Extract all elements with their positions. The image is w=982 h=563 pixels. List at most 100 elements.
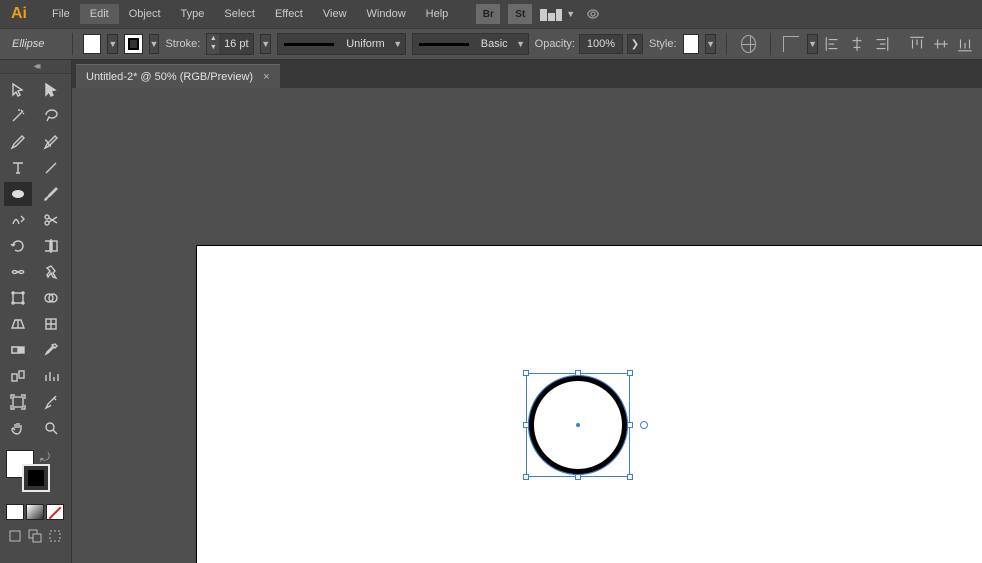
document-tab[interactable]: Untitled-2* @ 50% (RGB/Preview) × <box>76 64 280 88</box>
stroke-color-swatch[interactable] <box>22 464 50 492</box>
app-logo: Ai <box>6 3 32 25</box>
perspective-grid-tool[interactable] <box>4 312 32 336</box>
menu-help[interactable]: Help <box>416 4 459 24</box>
tools-panel: ◂◂ <box>0 60 72 563</box>
gradient-tool[interactable] <box>4 338 32 362</box>
control-bar: Ellipse ▼ ▼ Stroke: ▲▼ ▼ Uniform ▼ Basic… <box>0 28 982 60</box>
pie-widget[interactable] <box>640 421 648 429</box>
gradient-mode-icon[interactable] <box>26 504 44 520</box>
shape-builder-tool[interactable] <box>37 286 65 310</box>
handle-top-left[interactable] <box>523 370 529 376</box>
align-right-icon[interactable] <box>872 35 890 53</box>
rotate-tool[interactable] <box>4 234 32 258</box>
direct-selection-tool[interactable] <box>37 78 65 102</box>
slice-tool[interactable] <box>37 390 65 414</box>
menu-type[interactable]: Type <box>171 4 215 24</box>
selected-ellipse[interactable] <box>526 373 630 477</box>
menu-view[interactable]: View <box>313 4 357 24</box>
column-graph-tool[interactable] <box>37 364 65 388</box>
draw-normal-icon[interactable] <box>6 528 24 544</box>
menu-select[interactable]: Select <box>214 4 265 24</box>
pen-tool[interactable] <box>4 130 32 154</box>
stroke-swatch[interactable] <box>124 34 142 54</box>
align-hcenter-icon[interactable] <box>848 35 866 53</box>
scissors-tool[interactable] <box>37 208 65 232</box>
draw-behind-icon[interactable] <box>26 528 44 544</box>
align-group <box>824 35 982 53</box>
gpu-preview-icon[interactable] <box>585 6 601 22</box>
mesh-tool[interactable] <box>37 312 65 336</box>
handle-bottom-right[interactable] <box>627 474 633 480</box>
brush-definition[interactable]: Basic ▼ <box>412 33 529 55</box>
handle-right[interactable] <box>627 422 633 428</box>
variable-width-profile[interactable]: Uniform ▼ <box>277 33 406 55</box>
bridge-button[interactable]: Br <box>476 4 500 24</box>
selection-tool[interactable] <box>4 78 32 102</box>
handle-bottom-left[interactable] <box>523 474 529 480</box>
stock-button[interactable]: St <box>508 4 532 24</box>
hand-tool[interactable] <box>4 416 32 440</box>
arrange-documents-icon[interactable] <box>540 7 562 21</box>
collapse-tools[interactable]: ◂◂ <box>0 60 71 74</box>
document-tab-bar: Untitled-2* @ 50% (RGB/Preview) × <box>72 60 982 88</box>
stroke-weight-field[interactable] <box>219 34 253 54</box>
arrange-dropdown[interactable]: ▼ <box>566 9 575 19</box>
opacity-dropdown[interactable]: ❯ <box>627 34 643 54</box>
document-setup-dropdown[interactable]: ▼ <box>807 34 818 54</box>
zoom-tool[interactable] <box>37 416 65 440</box>
handle-top-right[interactable] <box>627 370 633 376</box>
type-tool[interactable] <box>4 156 32 180</box>
menu-window[interactable]: Window <box>357 4 416 24</box>
stroke-stepper[interactable]: ▲▼ <box>207 34 219 54</box>
curvature-tool[interactable] <box>37 130 65 154</box>
menu-file[interactable]: File <box>42 4 80 24</box>
handle-top[interactable] <box>575 370 581 376</box>
handle-left[interactable] <box>523 422 529 428</box>
menu-bar: Ai File Edit Object Type Select Effect V… <box>0 0 982 28</box>
color-mode-icon[interactable] <box>6 504 24 520</box>
shaper-tool[interactable] <box>4 208 32 232</box>
reflect-tool[interactable] <box>37 234 65 258</box>
brush-label: Basic <box>475 38 514 50</box>
draw-inside-icon[interactable] <box>46 528 64 544</box>
center-point[interactable] <box>576 423 580 427</box>
stroke-weight-dropdown[interactable]: ▼ <box>260 34 271 54</box>
align-vcenter-icon[interactable] <box>932 35 950 53</box>
swap-fill-stroke-icon[interactable]: ⤾ <box>40 450 50 465</box>
paintbrush-tool[interactable] <box>37 182 65 206</box>
document-tab-title: Untitled-2* @ 50% (RGB/Preview) <box>86 71 253 83</box>
menu-object[interactable]: Object <box>119 4 171 24</box>
graphic-style-swatch[interactable] <box>683 34 700 54</box>
puppet-warp-tool[interactable] <box>37 260 65 284</box>
line-tool[interactable] <box>37 156 65 180</box>
close-tab-icon[interactable]: × <box>263 71 269 83</box>
menu-edit[interactable]: Edit <box>80 4 119 24</box>
none-mode-icon[interactable] <box>46 504 64 520</box>
fill-stroke-controls: ⤾ <box>0 450 71 500</box>
fill-dropdown[interactable]: ▼ <box>107 34 118 54</box>
style-label: Style: <box>649 38 677 50</box>
free-transform-tool[interactable] <box>4 286 32 310</box>
align-bottom-icon[interactable] <box>956 35 974 53</box>
stroke-weight-input[interactable]: ▲▼ <box>206 33 254 55</box>
selection-type-label: Ellipse <box>6 38 62 50</box>
width-tool[interactable] <box>4 260 32 284</box>
align-left-icon[interactable] <box>824 35 842 53</box>
opacity-field[interactable] <box>579 34 623 54</box>
eyedropper-tool[interactable] <box>37 338 65 362</box>
align-top-icon[interactable] <box>908 35 926 53</box>
profile-label: Uniform <box>340 38 391 50</box>
fill-swatch[interactable] <box>83 34 101 54</box>
blend-tool[interactable] <box>4 364 32 388</box>
style-dropdown[interactable]: ▼ <box>705 34 716 54</box>
lasso-tool[interactable] <box>37 104 65 128</box>
canvas-area[interactable] <box>72 88 982 563</box>
menu-effect[interactable]: Effect <box>265 4 313 24</box>
ellipse-tool[interactable] <box>4 182 32 206</box>
magic-wand-tool[interactable] <box>4 104 32 128</box>
artboard-tool[interactable] <box>4 390 32 414</box>
handle-bottom[interactable] <box>575 474 581 480</box>
stroke-dropdown[interactable]: ▼ <box>149 34 160 54</box>
document-setup-icon[interactable] <box>783 36 799 52</box>
recolor-artwork-icon[interactable] <box>741 35 756 53</box>
